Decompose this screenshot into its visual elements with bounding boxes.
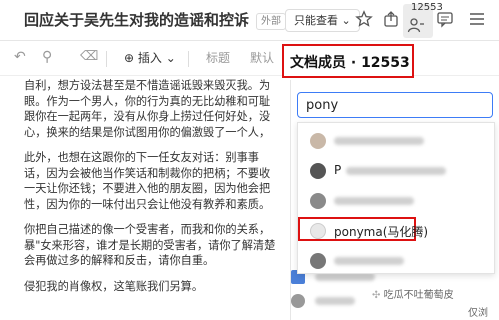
blurred-name [334,197,414,205]
wechat-icon: ✣ [372,290,381,301]
heading-style[interactable]: 标题 [206,49,230,66]
star-icon[interactable] [355,10,373,28]
clear-format-icon[interactable]: ⌫ [80,49,98,64]
default-font[interactable]: 默认 [250,49,274,66]
external-badge: 外部 [256,13,286,30]
chevron-down-icon: ⌄ [165,51,176,65]
toolbar-divider [106,51,107,67]
insert-button[interactable]: ⊕ 插入 ⌄ [124,49,176,66]
line: 此外，也想在这跟你的下一任女友对话：别事事 [24,151,259,164]
share-icon[interactable] [382,10,400,28]
blurred-name [315,297,355,305]
blurred-name [334,257,404,265]
undo-icon[interactable]: ↶ [14,49,26,65]
search-results-dropdown: P ponyma(马化腾) [297,122,495,274]
view-mode-label: 只能查看 [294,14,338,27]
members-panel-header: 文档成员 · 12553 [282,44,414,78]
add-icon: ⊕ [124,51,135,65]
members-icon [407,18,424,33]
avatar [310,223,326,239]
watermark-text: 吃瓜不吐葡萄皮 [383,290,454,301]
format-painter-icon[interactable]: ⚲ [42,49,52,65]
members-panel-title: 文档成员 · 12553 [290,55,410,71]
avatar [291,294,305,308]
line: 话，因为会被他当作笑话和制裁你的把柄；不要收 [24,166,271,180]
title-bar: 回应关于吴先生对我的造谣和控诉 外部 只能查看 ⌄ 12553 [0,0,499,41]
comment-icon[interactable] [436,10,454,28]
search-result-item[interactable] [298,127,494,155]
document-body: 自利，想方设法甚至是不惜造谣诋毁来毁灭我。为 眼。作为一个男人，你的行为真的无比… [24,78,314,302]
line: 自利，想方设法甚至是不惜造谣诋毁来毁灭我。为 [24,79,271,92]
search-result-item-ponyma[interactable]: ponyma(马化腾) [298,217,494,245]
view-mode-button[interactable]: 只能查看 ⌄ [285,9,360,32]
paragraph: 你把自己描述的像一个受害者，而我和你的关系， 暴"女来形容，谁才是长期的受害者，… [24,222,314,269]
paragraph: 自利，想方设法甚至是不惜造谣诋毁来毁灭我。为 眼。作为一个男人，你的行为真的无比… [24,78,314,140]
line: 性，因为你的一味付出只会让他没有教养和素质。 [24,197,271,211]
member-search-input[interactable] [297,92,493,118]
line: 你把自己描述的像一个受害者，而我和你的关系， [24,223,271,236]
avatar [310,193,326,209]
search-result-item[interactable] [298,247,494,275]
line: 心，换来的结果是你试图用你的偏激毁了一个人， [24,125,271,139]
result-name: ponyma(马化腾) [334,225,429,239]
chevron-down-icon: ⌄ [341,14,351,27]
line: 眼。作为一个男人，你的行为真的无比幼稚和可耻 [24,94,271,108]
line: 暴"女来形容，谁才是长期的受害者，请你了解清楚 [24,238,276,252]
search-result-item[interactable]: P [298,157,494,185]
avatar [310,253,326,269]
watermark-text-2: 仅浏 [468,308,488,319]
line: 跟你在一起两年，没有从你身上捞过任何好处，没 [24,110,271,123]
blurred-name [334,137,424,145]
paragraph: 此外，也想在这跟你的下一任女友对话：别事事 话，因为会被他当作笑话和制裁你的把柄… [24,150,314,212]
paragraph: 侵犯我的肖像权，这笔账我们另算。 [24,279,314,295]
toolbar-divider [188,51,189,67]
search-result-item[interactable] [298,187,494,215]
avatar [310,133,326,149]
blurred-name [346,167,446,175]
avatar [310,163,326,179]
line: 侵犯我的肖像权，这笔账我们另算。 [24,279,204,293]
more-icon[interactable] [468,10,486,28]
document-title: 回应关于吴先生对我的造谣和控诉 [24,11,250,29]
line: 会再做过多的解释和反击，请你自重。 [24,254,215,267]
watermark: ✣ 吃瓜不吐葡萄皮 [372,286,454,301]
editor-toolbar: ↶ ⚲ ⌫ ⊕ 插入 ⌄ 标题 默认 [0,41,499,76]
line: 一天让你还钱；不要进入他的朋友圈，因为他会把 [24,182,271,195]
insert-label: 插入 [137,51,162,65]
